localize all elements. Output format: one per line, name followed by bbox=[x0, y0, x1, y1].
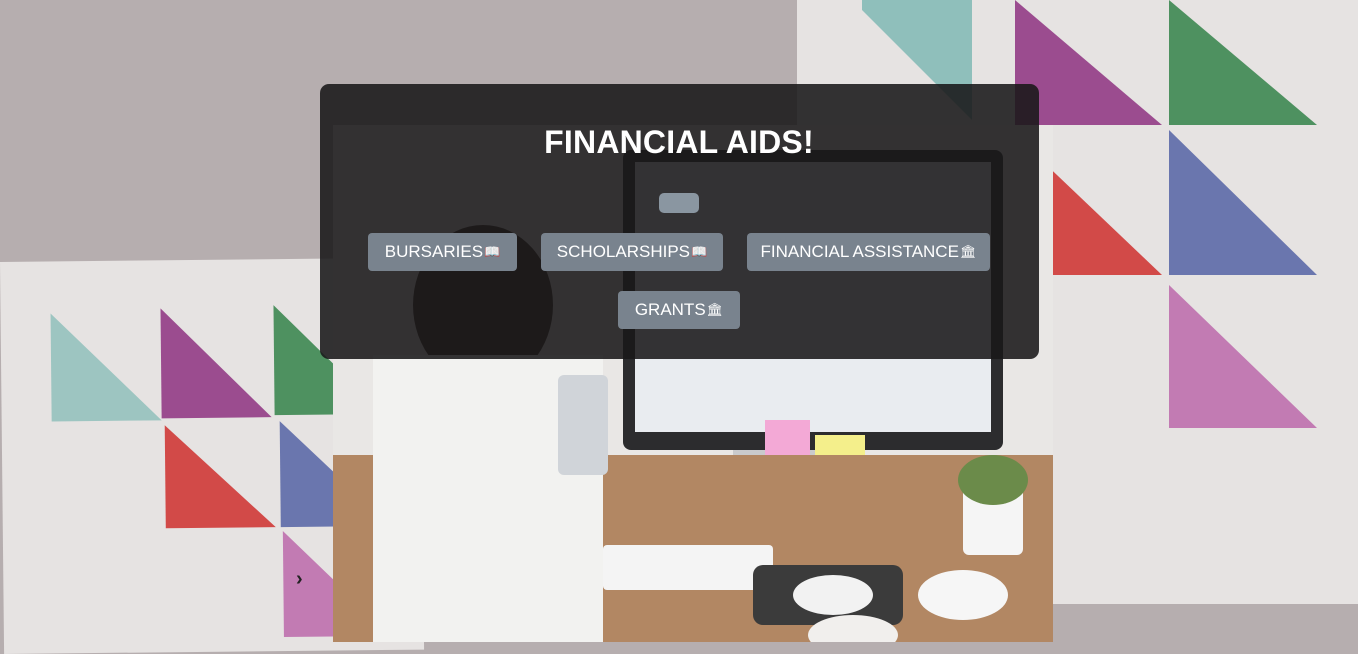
financial-assistance-button[interactable]: FINANCIAL ASSISTANCE 🏛 bbox=[747, 233, 990, 271]
book-icon: 📖 bbox=[484, 244, 501, 259]
scholarships-button[interactable]: SCHOLARSHIPS 📖 bbox=[541, 233, 723, 271]
bursaries-label: BURSARIES bbox=[384, 242, 484, 261]
book-icon: 📖 bbox=[691, 244, 708, 259]
page-title: FINANCIAL AIDS! bbox=[544, 124, 814, 160]
financial-assistance-label: FINANCIAL ASSISTANCE bbox=[760, 242, 959, 261]
bursaries-button[interactable]: BURSARIES 📖 bbox=[368, 233, 517, 271]
bank-icon: 🏛 bbox=[706, 302, 724, 317]
scholarships-label: SCHOLARSHIPS bbox=[556, 242, 690, 261]
carousel-indicator[interactable] bbox=[659, 193, 699, 213]
chevron-right-icon[interactable]: › bbox=[296, 568, 303, 591]
grants-label: GRANTS bbox=[634, 300, 706, 319]
grants-button[interactable]: GRANTS 🏛 bbox=[618, 291, 740, 329]
bank-icon: 🏛 bbox=[959, 244, 977, 259]
